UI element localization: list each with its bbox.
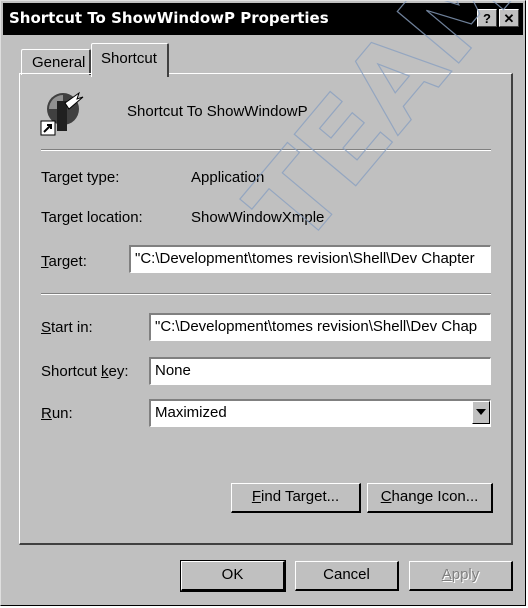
apply-accesskey: A [441, 566, 452, 583]
shortcut-key-label: Shortcut key: [41, 363, 129, 380]
tab-shortcut-label: Shortcut [101, 50, 157, 67]
find-target-button[interactable]: Find Target... [231, 483, 361, 513]
apply-label: pply [451, 566, 480, 583]
tab-general[interactable]: General [21, 49, 91, 75]
target-label: Target: [41, 253, 87, 270]
shortcut-app-icon [39, 89, 87, 137]
target-type-label: Target type: [41, 169, 120, 186]
tab-shortcut[interactable]: Shortcut [91, 43, 169, 77]
close-button[interactable]: ✕ [499, 9, 519, 27]
start-in-label-text: tart in: [51, 319, 93, 336]
cancel-button[interactable]: Cancel [295, 561, 399, 591]
chevron-down-icon [476, 409, 486, 415]
shortcut-key-label-post: ey: [108, 363, 129, 380]
change-icon-label: hange Icon... [391, 488, 479, 505]
target-type-value: Application [191, 169, 265, 186]
shortcut-key-label-pre: Shortcut [41, 363, 102, 380]
start-in-field[interactable]: "C:\Development\tomes revision\Shell\Dev… [149, 313, 491, 341]
tab-general-label: General [32, 54, 86, 71]
start-in-label: Start in: [41, 319, 93, 336]
run-select-value: Maximized [155, 404, 227, 421]
apply-button[interactable]: Apply [409, 561, 513, 591]
window-title: Shortcut To ShowWindowP Properties [9, 9, 329, 27]
properties-dialog: Shortcut To ShowWindowP Properties ? ✕ G… [0, 0, 527, 606]
run-select[interactable]: Maximized [149, 399, 491, 427]
change-icon-accesskey: C [380, 488, 392, 505]
start-in-label-accesskey: S [41, 319, 52, 336]
find-target-accesskey: F [251, 488, 262, 505]
change-icon-button[interactable]: Change Icon... [367, 483, 493, 513]
shortcut-key-field[interactable]: None [149, 357, 491, 385]
target-location-label: Target location: [41, 209, 143, 226]
dropdown-arrow-button[interactable] [472, 401, 490, 424]
find-target-label: ind Target... [261, 488, 340, 505]
target-label-accesskey: T [41, 253, 49, 270]
target-field[interactable]: "C:\Development\tomes revision\Shell\Dev… [129, 245, 491, 273]
shortcut-tab-panel [19, 73, 513, 545]
shortcut-name: Shortcut To ShowWindowP [127, 103, 308, 120]
help-button[interactable]: ? [477, 9, 497, 27]
run-label-accesskey: R [41, 405, 52, 422]
separator-top [41, 149, 491, 151]
target-label-text: arget: [48, 253, 87, 270]
target-location-value: ShowWindowXmple [191, 209, 325, 226]
title-bar[interactable]: Shortcut To ShowWindowP Properties ? ✕ [3, 3, 523, 35]
separator-middle [41, 293, 491, 295]
run-label: Run: [41, 405, 73, 422]
run-label-text: un: [51, 405, 73, 422]
ok-button[interactable]: OK [180, 560, 286, 592]
shortcut-key-label-accesskey: k [101, 363, 109, 380]
